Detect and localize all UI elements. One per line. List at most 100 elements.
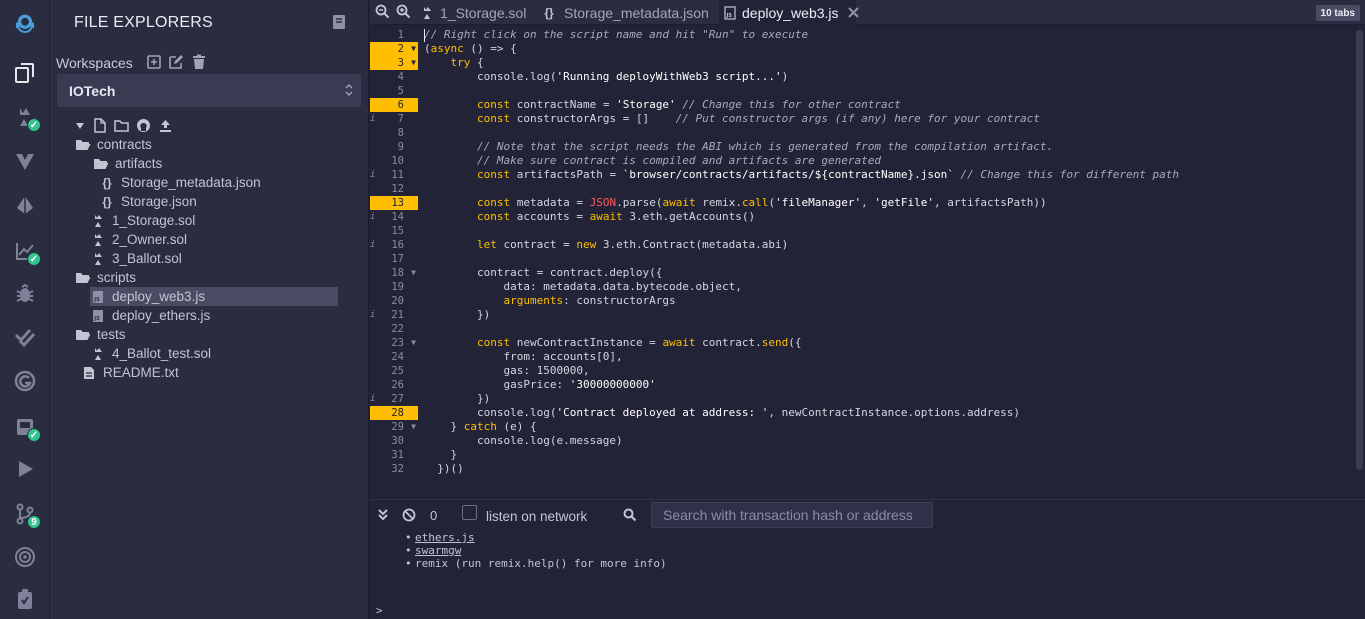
line-number[interactable]: 3 ▼ <box>370 56 418 70</box>
analysis-icon[interactable]: ✓ <box>9 235 41 267</box>
upload-icon[interactable] <box>158 118 173 133</box>
info-icon[interactable]: i <box>370 210 375 224</box>
line-number[interactable]: 21 i <box>370 308 418 322</box>
line-number[interactable]: 1 <box>370 28 418 42</box>
line-number[interactable]: 25 <box>370 364 418 378</box>
file-tree-item[interactable]: JS deploy_ethers.js <box>90 306 210 325</box>
sourcify-icon[interactable]: ✓ <box>9 411 41 443</box>
close-tab-icon[interactable] <box>847 7 859 18</box>
line-number[interactable]: 23 ▼ <box>370 336 418 350</box>
file-tree-item[interactable]: 1_Storage.sol <box>90 211 195 230</box>
caret-down-icon[interactable] <box>75 118 85 133</box>
line-number[interactable]: 10 <box>370 154 418 168</box>
create-workspace-icon[interactable] <box>146 54 162 70</box>
fold-arrow-icon[interactable]: ▼ <box>411 42 416 56</box>
file-tree-item[interactable]: scripts <box>75 268 136 287</box>
workspace-select[interactable]: IOTech <box>57 74 361 107</box>
code-line: gas: 1500000, <box>424 364 590 377</box>
line-number[interactable]: 18 ▼ <box>370 266 418 280</box>
code-line: console.log('Running deployWithWeb3 scri… <box>424 70 789 83</box>
info-icon[interactable]: i <box>370 308 375 322</box>
rename-workspace-icon[interactable] <box>168 54 184 70</box>
documentation-icon[interactable] <box>332 14 346 30</box>
editor-scrollbar[interactable] <box>1356 30 1363 470</box>
terminal-output[interactable]: • ethers.js • swarmgw • remix (run remix.he… <box>370 530 1365 619</box>
fold-arrow-icon[interactable]: ▼ <box>411 56 416 70</box>
line-number[interactable]: 14 i <box>370 210 418 224</box>
line-number[interactable]: 2 ▼ <box>370 42 418 56</box>
file-tree-item[interactable]: 2_Owner.sol <box>90 230 187 249</box>
terminal-search-input[interactable] <box>652 503 932 527</box>
line-number[interactable]: 20 <box>370 294 418 308</box>
line-number[interactable]: 27 i <box>370 392 418 406</box>
file-tree-item[interactable]: tests <box>75 325 126 344</box>
unit-test-icon[interactable] <box>9 321 41 353</box>
flattener-icon[interactable] <box>9 365 41 397</box>
solidity-compiler-icon[interactable]: ✓ <box>9 101 41 133</box>
deploy-run-icon[interactable] <box>9 189 41 221</box>
line-number[interactable]: 9 <box>370 140 418 154</box>
tab-storage-metadata-json[interactable]: {} Storage_metadata.json <box>540 0 720 25</box>
line-number[interactable]: 15 <box>370 224 418 238</box>
line-number[interactable]: 22 <box>370 322 418 336</box>
new-file-icon[interactable] <box>92 118 107 133</box>
fold-arrow-icon[interactable]: ▼ <box>411 420 416 434</box>
debugger-icon[interactable] <box>9 277 41 309</box>
run-script-icon[interactable] <box>9 453 41 485</box>
line-number[interactable]: 4 <box>370 70 418 84</box>
line-number[interactable]: 13 <box>370 196 418 210</box>
line-number[interactable]: 30 <box>370 434 418 448</box>
info-icon[interactable]: i <box>370 112 375 126</box>
file-tree-item[interactable]: contracts <box>75 135 152 154</box>
line-number[interactable]: 5 <box>370 84 418 98</box>
info-icon[interactable]: i <box>370 238 375 252</box>
line-number[interactable]: 19 <box>370 280 418 294</box>
github-icon[interactable] <box>136 118 151 133</box>
zoom-out-icon[interactable] <box>375 4 390 19</box>
delete-workspace-icon[interactable] <box>191 54 207 70</box>
fold-arrow-icon[interactable]: ▼ <box>411 266 416 280</box>
line-number[interactable]: 26 <box>370 378 418 392</box>
line-number[interactable]: 17 <box>370 252 418 266</box>
file-tree-item[interactable]: {} Storage_metadata.json <box>99 173 260 192</box>
info-icon[interactable]: i <box>370 168 375 182</box>
file-tree-item[interactable]: artifacts <box>93 154 162 173</box>
line-number[interactable]: 31 <box>370 448 418 462</box>
line-number[interactable]: 6 <box>370 98 418 112</box>
fold-arrow-icon[interactable]: ▼ <box>411 336 416 350</box>
swarmgw-link[interactable]: swarmgw <box>415 544 461 557</box>
clear-console-icon[interactable] <box>402 508 416 522</box>
optimism-icon[interactable] <box>9 541 41 573</box>
vyper-icon[interactable] <box>9 145 41 177</box>
line-number[interactable]: 11 i <box>370 168 418 182</box>
line-number[interactable]: 8 <box>370 126 418 140</box>
remix-logo-icon[interactable] <box>8 6 42 40</box>
tab-count-badge[interactable]: 10 tabs <box>1315 5 1360 21</box>
line-number[interactable]: 28 <box>370 406 418 420</box>
collapse-terminal-icon[interactable] <box>376 508 390 522</box>
tab-deploy-web3-js[interactable]: JS deploy_web3.js <box>719 0 859 25</box>
new-folder-icon[interactable] <box>114 118 129 133</box>
line-number[interactable]: 12 <box>370 182 418 196</box>
file-tree-item[interactable]: README.txt <box>81 363 179 382</box>
tab-1-storage-sol[interactable]: 1_Storage.sol <box>418 0 534 25</box>
ethers-js-link[interactable]: ethers.js <box>415 531 475 544</box>
line-number[interactable]: 7i <box>370 112 418 126</box>
line-number[interactable]: 16 i <box>370 238 418 252</box>
line-number[interactable]: 32 <box>370 462 418 476</box>
file-explorer-icon[interactable] <box>9 57 41 89</box>
code-editor[interactable]: 1 2 ▼ 3 ▼ 4 5 6 7 i 8 9 10 11 i 12 13 14 i 15 16 i 17 18 ▼ 19 20 21… <box>370 26 1365 476</box>
zoom-in-icon[interactable] <box>396 4 411 19</box>
line-number[interactable]: 24 <box>370 350 418 364</box>
file-tree-item[interactable]: JS deploy_web3.js <box>90 287 338 306</box>
terminal-prompt[interactable]: > <box>376 604 383 617</box>
info-icon[interactable]: i <box>370 392 375 406</box>
file-tree-item[interactable]: {} Storage.json <box>99 192 196 211</box>
file-tree-item[interactable]: 3_Ballot.sol <box>90 249 182 268</box>
file-tree-item[interactable]: 4_Ballot_test.sol <box>90 344 211 363</box>
plugin-manager-icon[interactable] <box>9 583 41 615</box>
listen-on-network-checkbox[interactable] <box>462 505 477 520</box>
git-icon[interactable]: 9 <box>9 498 41 530</box>
line-number[interactable]: 29 ▼ <box>370 420 418 434</box>
